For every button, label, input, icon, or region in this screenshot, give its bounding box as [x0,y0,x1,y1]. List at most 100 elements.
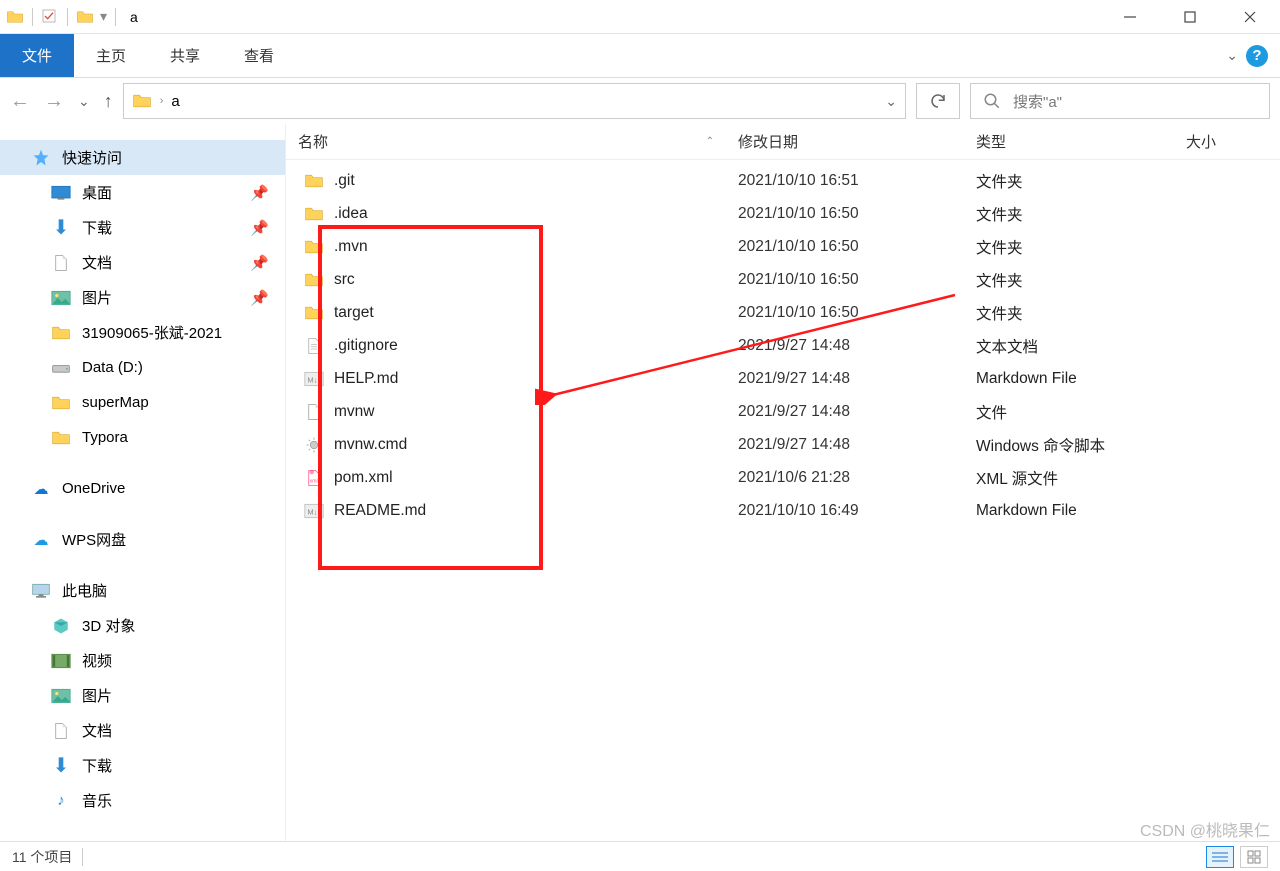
ribbon-view-tab[interactable]: 查看 [222,34,296,77]
tree-music[interactable]: ♪音乐 [0,783,285,818]
tree-typora[interactable]: Typora [0,420,285,455]
column-date[interactable]: 修改日期 [726,131,964,152]
tree-documents[interactable]: 文档📌 [0,245,285,280]
close-button[interactable] [1220,0,1280,34]
view-icons-button[interactable] [1240,846,1268,868]
file-row[interactable]: M↓README.md2021/10/10 16:49Markdown File [286,494,1280,527]
folder-icon [304,237,324,257]
column-type[interactable]: 类型 [964,131,1174,152]
tree-quick-access[interactable]: 快速访问 [0,140,285,175]
file-row[interactable]: .mvn2021/10/10 16:50文件夹 [286,230,1280,263]
title-bar: ▾ a [0,0,1280,34]
address-bar[interactable]: › a ⌄ [123,83,906,119]
tree-supermap[interactable]: superMap [0,385,285,420]
tree-wps[interactable]: ☁WPS网盘 [0,522,285,557]
minimize-button[interactable] [1100,0,1160,34]
file-name: .gitignore [334,337,398,355]
tree-documents2[interactable]: 文档 [0,713,285,748]
tree-downloads2[interactable]: ⬇ 下载 [0,748,285,783]
file-row[interactable]: mvnw2021/9/27 14:48文件 [286,395,1280,428]
tree-3d-objects[interactable]: 3D 对象 [0,608,285,643]
tree-videos[interactable]: 视频 [0,643,285,678]
file-type: 文件夹 [964,302,1174,324]
desktop-icon [50,182,72,204]
file-row[interactable]: .git2021/10/10 16:51文件夹 [286,164,1280,197]
tree-custom-folder[interactable]: 31909065-张斌-2021 [0,315,285,350]
qat-newfolder-icon[interactable] [76,8,94,26]
nav-up-button[interactable]: ↑ [104,91,113,112]
qat-properties-icon[interactable] [41,8,59,26]
ribbon-file-tab[interactable]: 文件 [0,34,74,77]
tree-label: OneDrive [62,480,125,497]
folder-icon [50,392,72,414]
file-row[interactable]: mvnw.cmd2021/9/27 14:48Windows 命令脚本 [286,428,1280,461]
file-type: Windows 命令脚本 [964,434,1174,456]
file-type: Markdown File [964,370,1174,388]
tree-label: 下载 [82,755,112,776]
tree-onedrive[interactable]: ☁ OneDrive [0,471,285,506]
tree-label: 音乐 [82,790,112,811]
status-bar: 11 个项目 [0,841,1280,871]
file-name: mvnw.cmd [334,436,407,454]
column-name[interactable]: 名称⌃ [286,131,726,152]
qat-dropdown-icon[interactable]: ▾ [100,8,107,25]
refresh-button[interactable] [916,83,960,119]
nav-recent-dropdown[interactable]: ⌄ [78,93,90,110]
address-caret-icon[interactable]: › [160,95,164,107]
file-type: 文件夹 [964,269,1174,291]
ribbon-expand-icon[interactable]: ⌄ [1226,47,1238,64]
download-icon: ⬇ [50,755,72,777]
folder-icon [50,427,72,449]
address-dropdown-icon[interactable]: ⌄ [885,93,897,110]
folder-icon [304,303,324,323]
tree-pictures2[interactable]: 图片 [0,678,285,713]
navigation-tree[interactable]: 快速访问 桌面📌 ⬇下载📌 文档📌 图片📌 31909065-张斌-2021 D… [0,124,286,841]
file-type: 文件夹 [964,203,1174,225]
file-row[interactable]: .idea2021/10/10 16:50文件夹 [286,197,1280,230]
tree-this-pc[interactable]: 此电脑 [0,573,285,608]
address-path[interactable]: a [171,93,179,110]
tree-pictures[interactable]: 图片📌 [0,280,285,315]
svg-text:M↓: M↓ [307,507,317,516]
nav-forward-button[interactable]: → [44,90,64,113]
tree-label: 文档 [82,720,112,741]
file-row[interactable]: xmlpom.xml2021/10/6 21:28XML 源文件 [286,461,1280,494]
tree-downloads[interactable]: ⬇下载📌 [0,210,285,245]
ribbon-share-tab[interactable]: 共享 [148,34,222,77]
column-size[interactable]: 大小 [1174,131,1264,152]
cloud-icon: ☁ [30,478,52,500]
folder-icon [304,171,324,191]
file-date: 2021/10/10 16:51 [726,172,964,190]
pin-icon: 📌 [250,184,269,202]
drive-icon [50,357,72,379]
file-row[interactable]: target2021/10/10 16:50文件夹 [286,296,1280,329]
help-icon[interactable]: ? [1246,45,1268,67]
search-box[interactable]: 搜索"a" [970,83,1270,119]
search-icon [983,92,1001,110]
file-row[interactable]: .gitignore2021/9/27 14:48文本文档 [286,329,1280,362]
download-icon: ⬇ [50,217,72,239]
file-row[interactable]: M↓HELP.md2021/9/27 14:48Markdown File [286,362,1280,395]
ribbon-home-tab[interactable]: 主页 [74,34,148,77]
file-rows: .git2021/10/10 16:51文件夹.idea2021/10/10 1… [286,160,1280,527]
tree-label: 31909065-张斌-2021 [82,322,222,343]
text-icon [304,336,324,356]
pin-icon: 📌 [250,289,269,307]
address-folder-icon [132,91,152,111]
tree-desktop[interactable]: 桌面📌 [0,175,285,210]
svg-text:M↓: M↓ [307,375,317,384]
file-name: .git [334,172,355,190]
view-details-button[interactable] [1206,846,1234,868]
file-name: mvnw [334,403,374,421]
file-date: 2021/10/10 16:50 [726,304,964,322]
file-type: Markdown File [964,502,1174,520]
maximize-button[interactable] [1160,0,1220,34]
nav-back-button[interactable]: ← [10,90,30,113]
folder-icon [50,322,72,344]
tree-data-d[interactable]: Data (D:) [0,350,285,385]
xml-icon: xml [304,468,324,488]
file-name: pom.xml [334,469,393,487]
horizontal-scrollbar[interactable] [286,825,1280,841]
file-row[interactable]: src2021/10/10 16:50文件夹 [286,263,1280,296]
svg-text:xml: xml [310,478,318,484]
